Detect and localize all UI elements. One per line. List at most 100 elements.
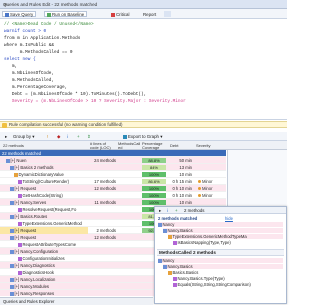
expand-all-icon[interactable]: ⇕ — [84, 133, 94, 139]
code-line: select new { — [4, 57, 36, 62]
severity-label: Minor — [202, 193, 213, 198]
namespace-icon — [10, 229, 14, 233]
row-name: [+] Basics.Routes — [14, 214, 48, 219]
column-header-severity[interactable]: Severity — [196, 144, 210, 148]
cell-coverage: 86.6% — [142, 179, 166, 184]
group-by-label: Group by — [13, 134, 32, 139]
graph-icon — [123, 135, 127, 139]
add-icon[interactable]: + — [172, 207, 181, 213]
column-header-debt[interactable]: Debt — [170, 144, 178, 148]
table-row[interactable]: [+] Nuen 24 methods 88.8% 50 min — [0, 157, 226, 164]
severity-label: Minor — [202, 179, 213, 184]
results-toolbar: ▸ Group by ▾ ! ◆ i + ⇕ Export to Graph ▾ — [0, 132, 287, 141]
type-icon — [168, 235, 172, 239]
popup-item[interactable]: Nancy — [158, 258, 283, 263]
popup-item[interactable]: Nancy — [158, 222, 283, 227]
table-row[interactable]: [+] Basics 2 methods 84% 13 min — [0, 164, 226, 171]
namespace-icon — [10, 236, 14, 240]
table-row[interactable]: 22 methods matched — [0, 150, 226, 157]
table-row[interactable]: GetHashCode(String) 100% 0 h 10 min Minor — [0, 192, 226, 199]
row-name: [+] Nancy.Modules — [14, 284, 50, 289]
namespace-icon — [10, 292, 14, 296]
group-by-button[interactable]: Group by ▾ — [10, 133, 38, 139]
row-name: DynamicDictionaryValue — [18, 172, 64, 177]
popup-toolbar: ▸ i + 2 methods — [155, 207, 286, 214]
cell-severity: Minor — [198, 192, 212, 199]
table-row[interactable]: DynamicDictionaryValue 100% 10 min — [0, 171, 226, 178]
options-icon[interactable] — [164, 11, 171, 17]
popup-item[interactable]: Nancy.Basics.Type(Type) — [173, 276, 225, 281]
info-filter-icon[interactable]: i — [64, 133, 71, 139]
row-name: [+] Request — [14, 228, 37, 233]
popup-item-label: TypeExtensions.GenericMethodTypeMa — [172, 234, 247, 239]
info-icon[interactable]: i — [164, 207, 171, 213]
namespace-icon — [158, 259, 162, 263]
type-icon — [168, 271, 172, 275]
namespace-icon — [10, 166, 14, 170]
save-query-button[interactable]: Save Query — [2, 11, 37, 17]
table-row[interactable]: ToString(ICultureRender) 17 methods 86.6% 0… — [0, 178, 226, 185]
cell-debt: 10 min — [179, 200, 192, 205]
method-icon — [18, 180, 22, 184]
popup-item-label: Nancy.Basics — [167, 228, 193, 233]
code-line: // <Name>Dead Code / Unused</Name> — [4, 22, 94, 27]
popup-item[interactable]: Equals(String,String,StringComparison) — [173, 282, 251, 287]
explorer-label: Queries and Rules Explorer — [3, 299, 55, 304]
window-title: Queries and Rules Edit - 22 methods matc… — [3, 2, 98, 7]
query-editor[interactable]: // <Name>Dead Code / Unused</Name> warni… — [0, 20, 287, 120]
critical-filter-icon[interactable]: ◆ — [54, 133, 63, 139]
popup-title: 2 methods matched — [158, 216, 198, 221]
row-name: [+] Basics 2 methods — [14, 165, 54, 170]
popup-hide-link[interactable]: hide — [225, 216, 233, 221]
method-icon — [18, 243, 22, 247]
export-to-graph-button[interactable]: Export to Graph ▾ — [120, 133, 165, 139]
critical-toggle[interactable]: Critical — [108, 11, 132, 17]
popup-item[interactable]: Nancy.Basics — [163, 228, 283, 233]
cell-coverage: 84% — [142, 165, 166, 170]
namespace-icon — [158, 223, 162, 227]
popup-header-label: 2 methods — [184, 208, 205, 213]
collapse-icon[interactable]: ▸ — [2, 133, 10, 139]
popup-item[interactable]: TypeExtensions.GenericMethodTypeMa — [168, 234, 283, 239]
popup-item[interactable]: Basics.Basics — [168, 270, 198, 275]
warning-icon — [2, 123, 7, 128]
row-name: TypeExtensions.GenericMethod — [22, 221, 82, 226]
row-name: ToString(ICultureRender) — [22, 179, 70, 184]
column-header-coverage[interactable]: Percentage Coverage — [142, 142, 166, 150]
run-on-baseline-button[interactable]: Run on Baseline — [44, 11, 88, 17]
cell-debt: 10 min — [179, 172, 192, 177]
add-icon[interactable]: + — [74, 133, 83, 139]
popup-item[interactable]: Nancy.Basics — [163, 264, 283, 269]
severity-icon — [198, 187, 201, 190]
table-row[interactable]: [+] Nancy.Serves 11 methods 100% 10 min — [0, 199, 226, 206]
column-header-loc[interactable]: # lines of code (LOC) — [90, 142, 114, 150]
row-name: ResolveRequest(Request,Fo — [22, 207, 77, 212]
save-icon — [5, 13, 9, 17]
table-row[interactable]: [+] Request 12 methods 100% 0 h 10 min Minor — [0, 185, 226, 192]
cell-coverage — [142, 151, 166, 156]
results-header: 22 methods # lines of code (LOC) Methods… — [0, 141, 287, 150]
method-icon — [18, 271, 22, 275]
warning-filter-icon[interactable]: ! — [44, 133, 51, 139]
method-icon — [18, 222, 22, 226]
pin-icon[interactable]: ▸ — [156, 207, 164, 213]
popup-item-label: Nancy — [162, 222, 175, 227]
row-name: [+] Nancy.Responses — [14, 291, 55, 296]
report-button[interactable]: Report — [140, 11, 159, 17]
export-label: Export to Graph — [128, 134, 159, 139]
row-name: ConfigurationInitializes — [22, 256, 65, 261]
severity-icon — [198, 194, 201, 197]
severity-label: Minor — [202, 186, 213, 191]
popup-item[interactable]: IsBasicsNapping(Type,Type) — [173, 240, 231, 245]
cell-debt: 13 min — [179, 165, 192, 170]
column-header-name[interactable]: 22 methods — [3, 144, 24, 148]
critical-icon — [111, 13, 115, 17]
method-icon — [173, 283, 177, 287]
namespace-icon — [10, 187, 14, 191]
compile-status-text: Rule compilation successful (no warning … — [9, 122, 123, 127]
query-toolbar: Save Query Run on Baseline Critical Repo… — [0, 9, 287, 19]
row-name: [+] Nancy.Localization — [14, 277, 56, 282]
column-header-called[interactable]: MethodsCall ed — [118, 142, 140, 150]
close-button[interactable]: × — [3, 2, 8, 7]
code-line: m.NbLinesOfCode, — [4, 71, 55, 76]
